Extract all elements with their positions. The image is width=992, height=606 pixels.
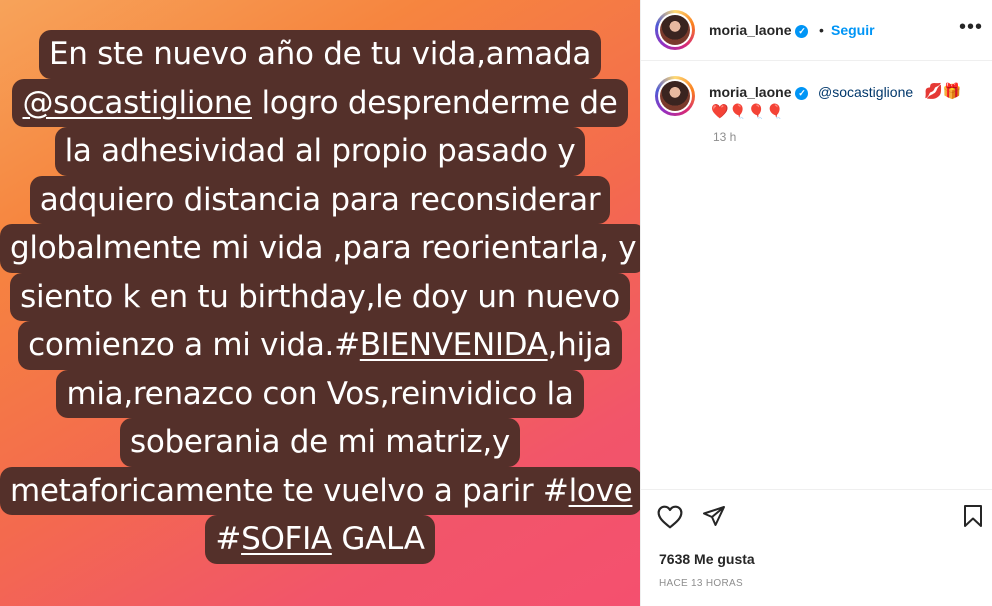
caption-username[interactable]: moria_laone ✓: [709, 84, 809, 100]
story-line: globalmente mi vida ,para reorientarla, …: [0, 224, 640, 273]
story-line-text: GALA: [331, 521, 425, 557]
heart-icon[interactable]: [657, 505, 683, 529]
username-text[interactable]: moria_laone: [709, 22, 791, 38]
story-line: siento k en tu birthday,le doy un nuevo: [10, 272, 630, 321]
verified-badge-icon: ✓: [795, 25, 809, 38]
posted-time[interactable]: HACE 13 HORAS: [659, 578, 743, 589]
divider: [641, 489, 992, 490]
story-line-text: comienzo a mi vida.#: [28, 327, 360, 363]
post-sidebar: moria_laone ✓ • Seguir ••• moria_laone ✓ @…: [640, 0, 992, 606]
story-line-text: metaforicamente te vuelvo a parir #: [10, 472, 569, 509]
story-line-text: ,hija: [547, 327, 613, 363]
avatar[interactable]: [655, 76, 695, 116]
bookmark-icon[interactable]: [962, 504, 984, 528]
hashtag-link[interactable]: BIENVENIDA: [360, 327, 548, 363]
caption-time[interactable]: 13 h: [713, 130, 736, 144]
story-line: En ste nuevo año de tu vida,amada: [38, 30, 602, 79]
avatar[interactable]: [655, 10, 695, 50]
header-username[interactable]: moria_laone ✓: [709, 22, 809, 38]
more-horizontal-icon[interactable]: •••: [959, 16, 983, 39]
story-line: #SOFIA GALA: [205, 515, 435, 564]
story-text: En ste nuevo año de tu vida,amada @socas…: [0, 30, 640, 564]
hashtag-link[interactable]: love: [569, 473, 633, 509]
story-line: mia,renazco con Vos,reinvidico la: [56, 369, 584, 418]
story-line-text: logro desprenderme de: [251, 84, 618, 121]
story-line-text: #: [215, 521, 242, 557]
caption-emojis: 💋🎁: [924, 83, 962, 100]
story-line: adquiero distancia para reconsiderar: [29, 175, 611, 224]
caption-mention[interactable]: @socastiglione: [818, 84, 913, 100]
username-text[interactable]: moria_laone: [709, 84, 791, 100]
story-line: soberania de mi matriz,y: [120, 418, 520, 467]
likes-count[interactable]: 7638 Me gusta: [659, 551, 755, 567]
follow-button[interactable]: Seguir: [831, 22, 875, 38]
caption-emojis: ❤️🎈🎈🎈: [711, 103, 785, 119]
story-line: @socastiglione logro desprenderme de: [12, 78, 628, 127]
post-media[interactable]: En ste nuevo año de tu vida,amada @socas…: [0, 0, 640, 606]
story-line: comienzo a mi vida.#BIENVENIDA,hija: [18, 321, 622, 370]
story-line: metaforicamente te vuelvo a parir #love: [0, 466, 640, 515]
separator-dot: •: [819, 22, 824, 38]
hashtag-link[interactable]: SOFIA: [241, 521, 332, 557]
story-line: la adhesividad al propio pasado y: [54, 127, 586, 176]
divider: [641, 60, 992, 61]
verified-badge-icon: ✓: [795, 87, 809, 100]
send-icon[interactable]: [702, 504, 726, 528]
mention-link[interactable]: @socastiglione: [22, 85, 252, 121]
